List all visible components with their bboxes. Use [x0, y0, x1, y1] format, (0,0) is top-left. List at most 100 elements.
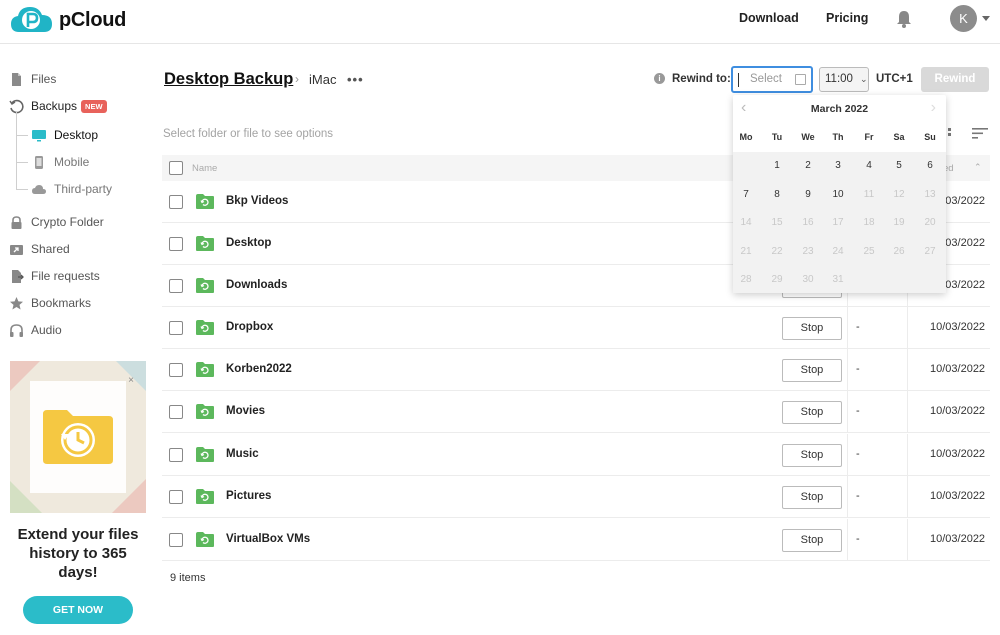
- row-checkbox[interactable]: [169, 533, 183, 547]
- column-divider: [847, 307, 848, 349]
- sidebar-item-label: Third-party: [54, 182, 113, 196]
- file-name[interactable]: Downloads: [226, 279, 287, 291]
- calendar-day: 22: [771, 245, 783, 257]
- info-icon[interactable]: i: [654, 73, 665, 84]
- calendar-day: 20: [924, 217, 936, 228]
- table-row[interactable]: Korben2022 Stop - 10/03/2022: [162, 349, 990, 391]
- column-divider: [907, 349, 908, 391]
- calendar-day[interactable]: 4: [859, 160, 879, 171]
- stop-button[interactable]: Stop: [782, 317, 842, 340]
- size-value: -: [856, 448, 860, 460]
- monitor-icon: [32, 129, 46, 141]
- stop-button[interactable]: Stop: [782, 359, 842, 382]
- column-divider: [847, 434, 848, 476]
- file-name[interactable]: Pictures: [226, 490, 271, 502]
- calendar-day: 25: [863, 245, 875, 257]
- row-checkbox[interactable]: [169, 363, 183, 377]
- sidebar-item-bookmarks[interactable]: Bookmarks: [9, 293, 91, 313]
- row-checkbox[interactable]: [169, 237, 183, 251]
- page-title[interactable]: Desktop Backup: [164, 70, 293, 89]
- promo-illustration: ×: [10, 361, 146, 513]
- row-checkbox[interactable]: [169, 321, 183, 335]
- sidebar-item-label: Crypto Folder: [31, 215, 104, 229]
- calendar-icon[interactable]: [795, 74, 806, 85]
- backup-folder-icon: [196, 447, 214, 462]
- table-row[interactable]: VirtualBox VMs Stop - 10/03/2022: [162, 519, 990, 561]
- weekday-label: Th: [832, 132, 844, 142]
- file-name[interactable]: VirtualBox VMs: [226, 533, 310, 545]
- bell-icon[interactable]: [896, 10, 912, 28]
- stop-button[interactable]: Stop: [782, 444, 842, 467]
- chevron-down-icon[interactable]: [982, 16, 990, 21]
- table-row[interactable]: Music Stop - 10/03/2022: [162, 434, 990, 476]
- sidebar-item-file-requests[interactable]: File requests: [9, 266, 100, 286]
- tree-branch: [16, 189, 28, 190]
- file-name[interactable]: Movies: [226, 405, 265, 417]
- modified-date: 10/03/2022: [930, 533, 986, 545]
- calendar-day[interactable]: 9: [798, 189, 818, 200]
- stop-button[interactable]: Stop: [782, 529, 842, 552]
- table-row[interactable]: Dropbox Stop - 10/03/2022: [162, 307, 990, 349]
- sidebar-item-audio[interactable]: Audio: [9, 320, 62, 340]
- rewind-time-select[interactable]: 11:00 ⌄: [819, 67, 869, 92]
- sidebar: Files Backups NEW Desktop Mobile Third-p…: [0, 44, 150, 635]
- rewind-button[interactable]: Rewind: [921, 67, 989, 92]
- pcloud-logo[interactable]: pCloud: [9, 4, 126, 36]
- calendar-day[interactable]: 10: [828, 189, 848, 200]
- calendar-day[interactable]: 5: [889, 160, 909, 171]
- promo-card: × Extend your files history to 365 days!…: [10, 361, 146, 635]
- get-now-button[interactable]: GET NOW: [23, 596, 133, 624]
- select-all-checkbox[interactable]: [169, 161, 183, 175]
- row-checkbox[interactable]: [169, 195, 183, 209]
- file-name[interactable]: Music: [226, 448, 259, 460]
- calendar-day[interactable]: 2: [798, 160, 818, 171]
- calendar-day[interactable]: 8: [767, 189, 787, 200]
- column-divider: [907, 391, 908, 433]
- tree-line: [16, 112, 17, 190]
- sort-ascending-icon[interactable]: ⌃: [974, 162, 982, 173]
- stop-button[interactable]: Stop: [782, 401, 842, 424]
- calendar-day[interactable]: 1: [767, 160, 787, 171]
- table-row[interactable]: Pictures Stop - 10/03/2022: [162, 476, 990, 518]
- calendar-day[interactable]: 3: [828, 160, 848, 171]
- row-checkbox[interactable]: [169, 448, 183, 462]
- weekday-label: Tu: [771, 132, 783, 142]
- row-checkbox[interactable]: [169, 279, 183, 293]
- sidebar-item-mobile[interactable]: Mobile: [31, 152, 89, 172]
- sidebar-item-files[interactable]: Files: [9, 69, 56, 89]
- timezone-label: UTC+1: [876, 73, 913, 85]
- avatar[interactable]: K: [950, 5, 977, 32]
- sidebar-item-crypto-folder[interactable]: Crypto Folder: [9, 212, 104, 232]
- rewind-label: Rewind to:: [672, 73, 731, 85]
- nav-download[interactable]: Download: [739, 11, 799, 25]
- promo-title: Extend your files history to 365 days!: [17, 526, 139, 581]
- file-name[interactable]: Desktop: [226, 237, 271, 249]
- close-icon[interactable]: ×: [128, 375, 134, 386]
- sidebar-item-backups[interactable]: Backups NEW: [9, 96, 107, 116]
- table-row[interactable]: Movies Stop - 10/03/2022: [162, 391, 990, 433]
- file-name[interactable]: Dropbox: [226, 321, 273, 333]
- sidebar-item-label: Bookmarks: [31, 296, 92, 310]
- calendar-day[interactable]: 6: [920, 160, 940, 171]
- backup-folder-icon: [196, 489, 214, 504]
- date-picker-grid: 1 2 3 4 5 6 7 8 9 10 11 12 13 14 15 16 17 18 19 20 21 22 23 24 2…: [733, 152, 946, 293]
- tree-branch: [16, 162, 28, 163]
- column-header-name[interactable]: Name: [192, 163, 217, 174]
- size-value: -: [856, 405, 860, 417]
- stop-button[interactable]: Stop: [782, 486, 842, 509]
- file-name[interactable]: Bkp Videos: [226, 195, 288, 207]
- row-checkbox[interactable]: [169, 490, 183, 504]
- tree-branch: [16, 135, 28, 136]
- sidebar-item-desktop[interactable]: Desktop: [31, 125, 98, 145]
- nav-pricing[interactable]: Pricing: [826, 11, 868, 25]
- calendar-day[interactable]: 7: [736, 189, 756, 200]
- sidebar-item-shared[interactable]: Shared: [9, 239, 70, 259]
- sidebar-item-third-party[interactable]: Third-party: [31, 179, 112, 199]
- row-checkbox[interactable]: [169, 405, 183, 419]
- column-divider: [847, 476, 848, 518]
- rewind-date-input[interactable]: Select: [731, 66, 813, 93]
- sort-icon[interactable]: [972, 128, 988, 139]
- file-name[interactable]: Korben2022: [226, 363, 292, 375]
- modified-date: 10/03/2022: [930, 321, 986, 333]
- more-options-icon[interactable]: •••: [347, 72, 364, 87]
